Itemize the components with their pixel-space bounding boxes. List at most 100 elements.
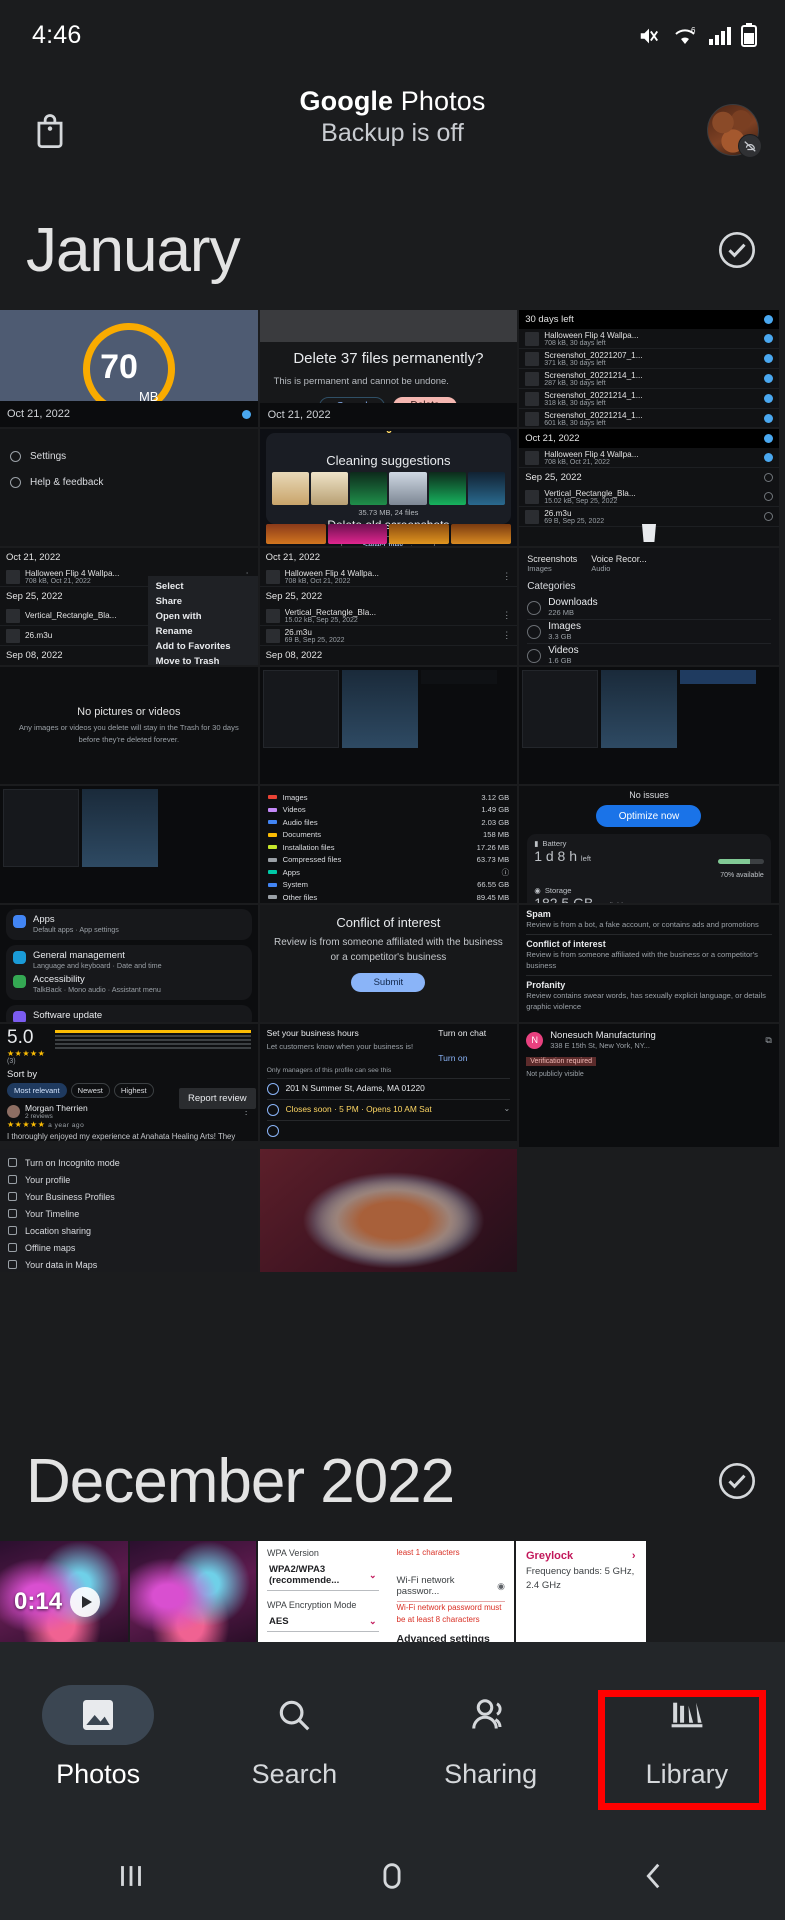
eye-icon[interactable]: ◉ xyxy=(497,1581,505,1592)
overflow-menu-icon[interactable]: ⋮ xyxy=(502,610,511,621)
photo-icon xyxy=(42,1684,155,1745)
photo-tile-storage-breakdown[interactable]: Images 3.12 GB Videos 1.49 GB Audio files 2… xyxy=(259,786,520,905)
photo-tile-maps-settings[interactable]: N Nonesuch Manufacturing 338 E 15th St, … xyxy=(519,1024,779,1149)
chevron-down-icon[interactable]: ⌄ xyxy=(503,1104,510,1113)
encryption-select[interactable]: AES ⌄ xyxy=(267,1610,379,1632)
maps-menu-item[interactable]: Offline maps xyxy=(8,1239,250,1256)
business-name: Nonesuch Manufacturing xyxy=(550,1030,656,1041)
account-avatar-button[interactable] xyxy=(707,104,762,158)
photo-tile-cleaning-suggestions[interactable]: Cleaning suggestions 35.73 MB, 24 files … xyxy=(259,429,520,548)
selected-check-icon xyxy=(763,354,773,363)
play-icon[interactable] xyxy=(70,1587,101,1617)
unselected-circle-icon xyxy=(763,492,773,501)
file-name: 26.m3u xyxy=(544,508,572,518)
recents-icon[interactable] xyxy=(114,1859,148,1893)
photo-tile-storage-meter[interactable]: 70 MB Oct 21, 2022 xyxy=(0,310,260,429)
maps-menu-item[interactable]: Location sharing xyxy=(8,1222,250,1239)
photo-tile-settings-menu[interactable]: Settings Help & feedback xyxy=(0,429,260,548)
password-field[interactable]: Wi-Fi network passwor... ◉ xyxy=(396,1569,505,1602)
context-menu-item[interactable]: Rename xyxy=(148,624,258,639)
settings-card[interactable]: Apps Default apps · App settings xyxy=(6,909,252,940)
photo-tile-categories[interactable]: Screenshots Images Voice Recor... Audio Ca… xyxy=(519,548,779,667)
app-title-block: Google Photos Backup is off xyxy=(0,86,785,148)
storage-icon: ◉ xyxy=(534,886,541,895)
address-row[interactable]: 201 N Summer St, Adams, MA 01220 xyxy=(266,1078,511,1096)
photo-tile-trash-empty[interactable]: No pictures or videos Any images or vide… xyxy=(0,667,260,786)
trash-icon[interactable] xyxy=(519,518,779,544)
wpa-version-select[interactable]: WPA2/WPA3 (recommende... ⌄ xyxy=(267,1558,379,1591)
photo-tile-android-settings[interactable]: Apps Default apps · App settings General … xyxy=(0,905,260,1024)
photo-tile-maps-menu[interactable]: Turn on Incognito mode Your profile Your… xyxy=(0,1149,260,1274)
photo-tile-context-menu[interactable]: Oct 21, 2022 Halloween Flip 4 Wallpa... 7… xyxy=(0,548,260,667)
nav-item-photos[interactable]: Photos xyxy=(0,1684,196,1790)
context-menu-item[interactable]: Open with xyxy=(148,609,258,624)
file-meta: 708 kB, Oct 21, 2022 xyxy=(284,577,351,585)
overflow-menu-icon[interactable]: ⋮ xyxy=(502,630,511,641)
nav-item-search[interactable]: Search xyxy=(196,1685,392,1790)
photo-tile-reviews[interactable]: 5.0 ★★★★★ (3) Sort by Most relevant Newe… xyxy=(0,1024,260,1143)
turn-on-link[interactable]: Turn on xyxy=(438,1053,510,1063)
maps-menu-item[interactable]: Your profile xyxy=(8,1171,250,1188)
maps-menu-item[interactable]: Your data in Maps xyxy=(8,1256,250,1272)
photo-tile-screenshot-grid-3[interactable] xyxy=(0,786,260,905)
visibility-note: Not publicly visible xyxy=(526,1071,584,1078)
nav-item-library[interactable]: Library xyxy=(589,1685,785,1790)
photo-tile-business-hours[interactable]: Set your business hours Let customers kn… xyxy=(259,1024,520,1143)
dialog-image-area xyxy=(259,310,518,342)
context-menu-item[interactable]: Select xyxy=(148,579,258,594)
report-review-button[interactable]: Report review xyxy=(178,1088,256,1109)
file-meta: 371 kB, 30 days left xyxy=(544,359,606,367)
photo-tile-device-care[interactable]: No issues Optimize now ▮ Battery 1 d 8 h … xyxy=(519,786,779,905)
website-row[interactable] xyxy=(266,1120,511,1138)
select-all-icon[interactable] xyxy=(717,1461,757,1501)
back-icon[interactable] xyxy=(637,1859,671,1893)
business-row: N Nonesuch Manufacturing 338 E 15th St, … xyxy=(526,1030,772,1050)
maps-menu-item[interactable]: Turn on Incognito mode xyxy=(8,1154,250,1171)
photo-tile-files-browser[interactable]: Oct 21, 2022 Halloween Flip 4 Wallpa... 7… xyxy=(519,429,779,548)
photo-tile-screenshot-grid-2[interactable] xyxy=(519,667,779,786)
file-name: Halloween Flip 4 Wallpa... xyxy=(284,568,379,578)
photo-tile-report-reasons[interactable]: Spam Review is from a bot, a fake accoun… xyxy=(519,905,779,1024)
battery-icon xyxy=(741,23,757,47)
photo-tile-files-browser-2[interactable]: Oct 21, 2022 Halloween Flip 4 Wallpa... 7… xyxy=(259,548,520,667)
context-menu-item[interactable]: Share xyxy=(148,594,258,609)
file-list-header-label: 30 days left xyxy=(525,314,574,325)
maps-menu-item[interactable]: Your Timeline xyxy=(8,1205,250,1222)
context-menu-item[interactable]: Add to Favorites xyxy=(148,639,258,654)
chip-newest[interactable]: Newest xyxy=(70,1083,110,1098)
submit-button[interactable]: Submit xyxy=(351,973,426,992)
category-row[interactable]: Downloads 226 MB xyxy=(527,596,771,620)
chip-highest[interactable]: Highest xyxy=(113,1083,154,1098)
overflow-menu-icon[interactable]: ⋮ xyxy=(502,571,511,582)
photo-tile-screenshot-grid-1[interactable] xyxy=(259,667,520,786)
photo-tile-conflict-dialog[interactable]: Conflict of interest Review is from some… xyxy=(259,905,520,1024)
sort-label: Sort by xyxy=(7,1069,38,1080)
photo-tile-file-list[interactable]: 30 days left Halloween Flip 4 Wallpa... 7… xyxy=(519,310,779,429)
settings-card[interactable]: Software update xyxy=(6,1005,252,1022)
storage-row: Documents 158 MB xyxy=(267,829,509,842)
home-icon[interactable] xyxy=(375,1859,409,1893)
maps-menu-item[interactable]: Settings xyxy=(8,1273,250,1274)
photo-tile-food-photo[interactable] xyxy=(259,1149,520,1274)
chevron-down-icon: ⌄ xyxy=(368,1569,377,1580)
hours-row[interactable]: Closes soon · 5 PM · Opens 10 AM Sat ⌄ xyxy=(266,1099,511,1117)
selected-check-icon xyxy=(763,315,773,324)
offline-maps-icon xyxy=(8,1243,17,1252)
category-row[interactable]: Videos 1.6 GB xyxy=(527,644,771,665)
photo-tile-delete-dialog[interactable]: Delete 37 files permanently? This is per… xyxy=(259,310,520,429)
reason-body: Review is from a bot, a fake account, or… xyxy=(526,920,759,929)
maps-menu-item[interactable]: Your Business Profiles xyxy=(8,1188,250,1205)
nav-item-sharing[interactable]: Sharing xyxy=(393,1685,589,1790)
chip-most-relevant[interactable]: Most relevant xyxy=(7,1083,67,1098)
category-row[interactable]: Images 3.3 GB xyxy=(527,620,771,644)
shopping-bag-icon[interactable] xyxy=(24,104,76,156)
external-link-icon[interactable]: ⧉ xyxy=(765,1035,771,1046)
network-name-row[interactable]: Greylock › xyxy=(526,1550,636,1562)
storage-row: Images 3.12 GB xyxy=(267,791,509,804)
context-menu[interactable]: Select Share Open with Rename Add to Fav… xyxy=(147,576,258,665)
settings-card[interactable]: General management Language and keyboard … xyxy=(6,944,252,1001)
optimize-now-button[interactable]: Optimize now xyxy=(596,805,702,827)
file-group-date: Oct 21, 2022 xyxy=(6,552,61,563)
status-time: 4:46 xyxy=(32,20,82,49)
select-all-icon[interactable] xyxy=(717,230,757,270)
